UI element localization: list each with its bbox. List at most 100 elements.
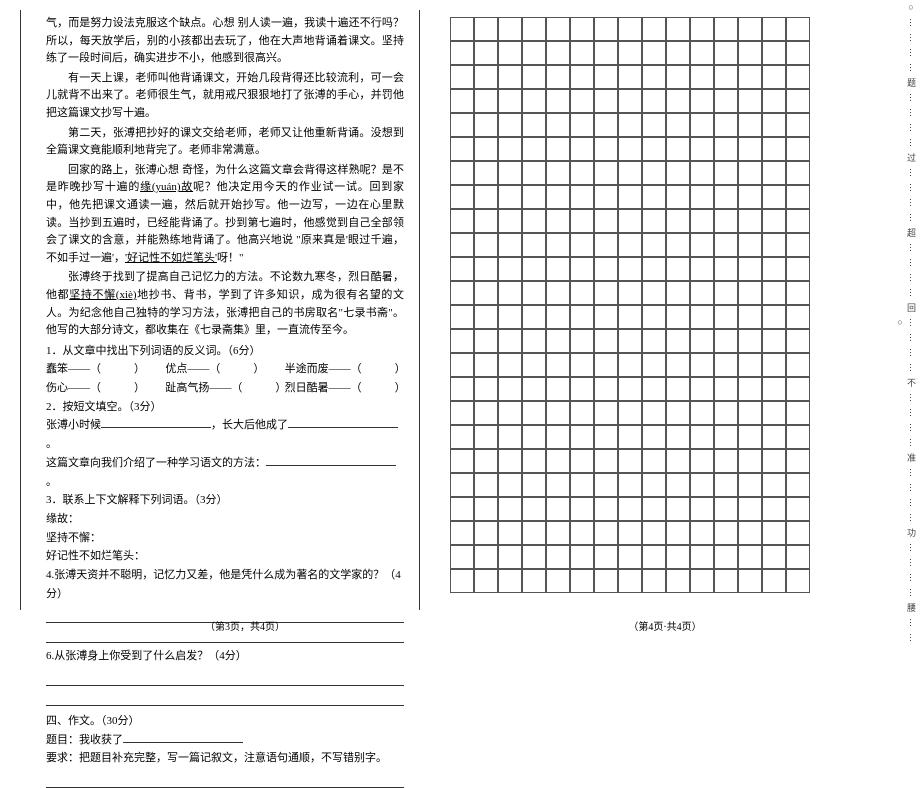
grid-cell[interactable] (546, 65, 570, 89)
grid-cell[interactable] (618, 137, 642, 161)
grid-cell[interactable] (762, 161, 786, 185)
grid-cell[interactable] (570, 497, 594, 521)
grid-cell[interactable] (618, 569, 642, 593)
grid-cell[interactable] (738, 425, 762, 449)
grid-cell[interactable] (570, 449, 594, 473)
grid-cell[interactable] (522, 521, 546, 545)
grid-cell[interactable] (450, 473, 474, 497)
grid-cell[interactable] (714, 353, 738, 377)
grid-cell[interactable] (666, 569, 690, 593)
grid-cell[interactable] (498, 233, 522, 257)
grid-cell[interactable] (474, 353, 498, 377)
grid-cell[interactable] (666, 545, 690, 569)
grid-cell[interactable] (738, 281, 762, 305)
grid-cell[interactable] (570, 17, 594, 41)
grid-cell[interactable] (498, 353, 522, 377)
grid-cell[interactable] (618, 185, 642, 209)
grid-cell[interactable] (786, 137, 810, 161)
writing-grid[interactable] (450, 17, 830, 593)
grid-cell[interactable] (618, 281, 642, 305)
grid-cell[interactable] (522, 449, 546, 473)
grid-cell[interactable] (450, 353, 474, 377)
grid-cell[interactable] (786, 449, 810, 473)
grid-cell[interactable] (714, 185, 738, 209)
grid-cell[interactable] (594, 473, 618, 497)
grid-cell[interactable] (618, 521, 642, 545)
grid-cell[interactable] (546, 497, 570, 521)
grid-cell[interactable] (522, 305, 546, 329)
grid-cell[interactable] (714, 377, 738, 401)
grid-cell[interactable] (714, 233, 738, 257)
grid-cell[interactable] (642, 161, 666, 185)
grid-cell[interactable] (474, 209, 498, 233)
grid-cell[interactable] (498, 161, 522, 185)
grid-cell[interactable] (498, 65, 522, 89)
grid-cell[interactable] (690, 425, 714, 449)
grid-cell[interactable] (594, 401, 618, 425)
grid-cell[interactable] (786, 65, 810, 89)
grid-cell[interactable] (618, 113, 642, 137)
grid-cell[interactable] (498, 113, 522, 137)
grid-cell[interactable] (762, 497, 786, 521)
grid-cell[interactable] (666, 137, 690, 161)
grid-cell[interactable] (570, 401, 594, 425)
grid-cell[interactable] (762, 473, 786, 497)
grid-cell[interactable] (546, 113, 570, 137)
grid-cell[interactable] (570, 209, 594, 233)
grid-cell[interactable] (570, 305, 594, 329)
grid-cell[interactable] (474, 89, 498, 113)
grid-cell[interactable] (762, 137, 786, 161)
grid-cell[interactable] (474, 569, 498, 593)
grid-cell[interactable] (522, 569, 546, 593)
grid-cell[interactable] (666, 113, 690, 137)
grid-cell[interactable] (786, 521, 810, 545)
grid-cell[interactable] (786, 353, 810, 377)
grid-cell[interactable] (546, 41, 570, 65)
grid-cell[interactable] (642, 377, 666, 401)
grid-cell[interactable] (786, 497, 810, 521)
grid-cell[interactable] (786, 185, 810, 209)
grid-cell[interactable] (546, 137, 570, 161)
grid-cell[interactable] (690, 209, 714, 233)
grid-cell[interactable] (522, 377, 546, 401)
grid-cell[interactable] (546, 377, 570, 401)
grid-cell[interactable] (666, 449, 690, 473)
grid-cell[interactable] (642, 329, 666, 353)
grid-cell[interactable] (498, 497, 522, 521)
grid-cell[interactable] (498, 89, 522, 113)
grid-cell[interactable] (714, 113, 738, 137)
grid-cell[interactable] (666, 209, 690, 233)
grid-cell[interactable] (642, 449, 666, 473)
grid-cell[interactable] (498, 185, 522, 209)
grid-cell[interactable] (738, 545, 762, 569)
grid-cell[interactable] (690, 305, 714, 329)
grid-cell[interactable] (666, 401, 690, 425)
grid-cell[interactable] (738, 257, 762, 281)
grid-cell[interactable] (786, 473, 810, 497)
grid-cell[interactable] (618, 425, 642, 449)
grid-cell[interactable] (762, 449, 786, 473)
grid-cell[interactable] (594, 137, 618, 161)
grid-cell[interactable] (594, 233, 618, 257)
grid-cell[interactable] (714, 161, 738, 185)
grid-cell[interactable] (546, 233, 570, 257)
blank[interactable] (288, 427, 398, 428)
grid-cell[interactable] (594, 65, 618, 89)
grid-cell[interactable] (762, 569, 786, 593)
grid-cell[interactable] (570, 257, 594, 281)
grid-cell[interactable] (522, 137, 546, 161)
grid-cell[interactable] (642, 257, 666, 281)
grid-cell[interactable] (618, 41, 642, 65)
grid-cell[interactable] (786, 233, 810, 257)
grid-cell[interactable] (570, 65, 594, 89)
grid-cell[interactable] (450, 377, 474, 401)
grid-cell[interactable] (522, 209, 546, 233)
grid-cell[interactable] (594, 377, 618, 401)
grid-cell[interactable] (522, 473, 546, 497)
grid-cell[interactable] (522, 281, 546, 305)
grid-cell[interactable] (618, 305, 642, 329)
grid-cell[interactable] (618, 377, 642, 401)
grid-cell[interactable] (570, 233, 594, 257)
grid-cell[interactable] (498, 41, 522, 65)
grid-cell[interactable] (570, 161, 594, 185)
